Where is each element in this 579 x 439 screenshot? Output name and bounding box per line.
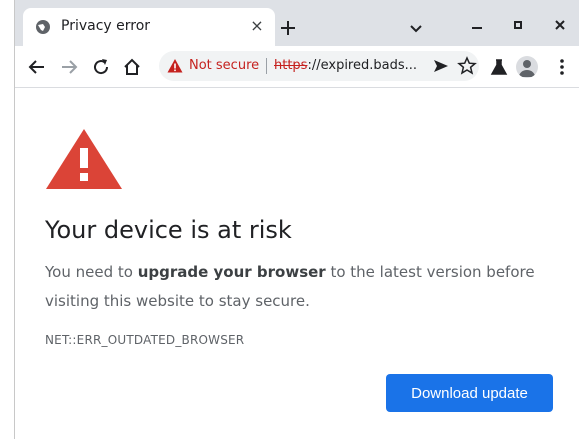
warning-icon	[46, 129, 122, 189]
error-code: NET::ERR_OUTDATED_BROWSER	[45, 333, 245, 347]
tab-title: Privacy error	[61, 18, 151, 34]
forward-icon[interactable]	[59, 57, 79, 77]
back-icon[interactable]	[27, 57, 47, 77]
minimize-button[interactable]	[472, 27, 482, 29]
tab-strip: Privacy error ×	[15, 0, 579, 46]
toolbar: Not secure https://expired.bads...	[15, 46, 579, 88]
more-vert-icon[interactable]	[552, 57, 572, 77]
warning-icon[interactable]	[167, 58, 183, 74]
avatar[interactable]	[516, 56, 538, 78]
not-secure-label[interactable]: Not secure	[189, 58, 259, 73]
description-text: You need to upgrade your browser to the …	[45, 258, 545, 316]
url-scheme: https	[274, 58, 308, 73]
chevron-down-icon[interactable]	[407, 19, 425, 37]
home-icon[interactable]	[122, 57, 142, 77]
browser-window: Privacy error × Not secure https://expir…	[14, 0, 579, 439]
globe-icon	[36, 20, 50, 34]
omnibox-separator	[266, 58, 267, 74]
tab-privacy-error[interactable]: Privacy error ×	[23, 8, 275, 46]
maximize-button[interactable]	[514, 21, 522, 29]
new-tab-icon[interactable]	[277, 17, 299, 39]
reload-icon[interactable]	[91, 57, 111, 77]
send-icon[interactable]	[431, 56, 451, 76]
omnibox[interactable]: Not secure https://expired.bads...	[159, 51, 479, 81]
description-part-1: You need to	[45, 263, 138, 281]
person-icon	[519, 60, 535, 77]
window-close-button[interactable]	[552, 17, 568, 33]
description-emphasis: upgrade your browser	[137, 263, 326, 281]
star-icon[interactable]	[457, 56, 477, 76]
url-text[interactable]: https://expired.bads...	[274, 58, 417, 73]
url-host: ://expired.bads...	[307, 58, 418, 73]
flask-icon[interactable]	[489, 57, 509, 77]
download-update-button[interactable]: Download update	[386, 374, 553, 412]
page-title: Your device is at risk	[45, 216, 292, 244]
tab-close-icon[interactable]: ×	[247, 16, 267, 36]
